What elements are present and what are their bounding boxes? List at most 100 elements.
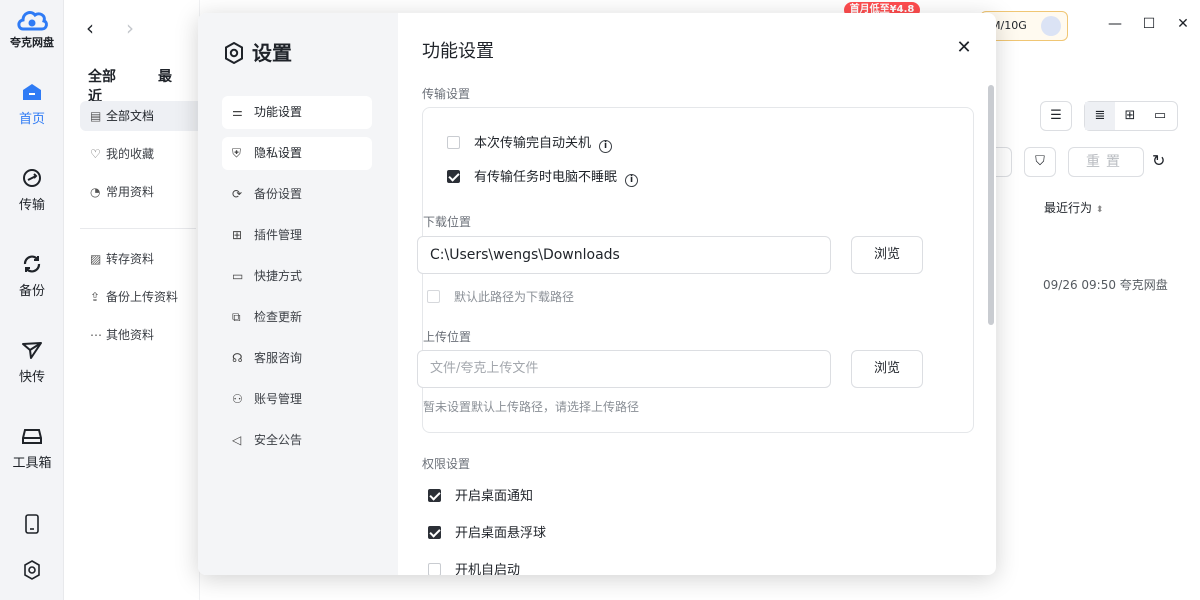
- view-mode-group: ≣ ⊞ ▭: [1084, 101, 1178, 131]
- nav-item-other-label: 其他资料: [106, 328, 155, 342]
- nav-column: ‹ › 全部 最近 ▤ 全部文档 ♡ 我的收藏 ◔ 常用资料 ▨ 转存资料 ⇪ 备份上传资料 …: [64, 0, 204, 600]
- mobile-button[interactable]: [0, 514, 64, 534]
- download-location-label: 下载位置: [423, 213, 471, 230]
- sort-button[interactable]: ☰: [1040, 101, 1072, 131]
- download-browse-button[interactable]: 浏览: [851, 236, 923, 274]
- reset-button[interactable]: 重置: [1068, 147, 1144, 177]
- send-icon: [22, 342, 42, 359]
- close-window-icon[interactable]: ✕: [1166, 16, 1200, 32]
- upload-icon: ⇪: [90, 290, 101, 304]
- minimize-icon[interactable]: —: [1098, 16, 1132, 32]
- auto-shutdown-checkbox[interactable]: [447, 136, 460, 149]
- settings-dialog: 设置 ⚌ 功能设置 ⛨ 隐私设置 ⟳ 备份设置 ⊞ 插件管理 ▭ 快捷方式 ⧉ 检查更新 ☊…: [198, 13, 996, 575]
- app-logo-text: 夸克网盘: [10, 36, 54, 49]
- settings-menu-security[interactable]: ◁ 安全公告: [222, 424, 372, 457]
- desktop-notify-checkbox[interactable]: [428, 489, 441, 502]
- settings-menu-shortcuts[interactable]: ▭ 快捷方式: [222, 260, 372, 293]
- nav-item-all-docs[interactable]: ▤ 全部文档: [80, 101, 204, 131]
- shortcut-icon: ▭: [232, 269, 244, 283]
- rail-item-send[interactable]: 快传: [0, 340, 64, 385]
- maximize-icon[interactable]: ☐: [1132, 16, 1166, 32]
- rail-item-home-label: 首页: [18, 112, 45, 127]
- default-download-checkbox[interactable]: [427, 290, 440, 303]
- float-ball-checkbox[interactable]: [428, 526, 441, 539]
- nav-item-other[interactable]: ⋯ 其他资料: [80, 320, 204, 350]
- settings-menu-update-label: 检查更新: [254, 310, 303, 324]
- preview-view-icon[interactable]: ▭: [1145, 102, 1175, 130]
- settings-menu-account[interactable]: ⚇ 账号管理: [222, 383, 372, 416]
- nav-list-secondary: ▨ 转存资料 ⇪ 备份上传资料 ⋯ 其他资料: [80, 244, 204, 358]
- nav-item-frequent[interactable]: ◔ 常用资料: [80, 177, 204, 207]
- heart-icon: ♡: [90, 147, 101, 161]
- rail-item-toolbox[interactable]: 工具箱: [0, 426, 64, 471]
- settings-menu-account-label: 账号管理: [254, 392, 303, 406]
- auto-start-checkbox[interactable]: [428, 563, 441, 575]
- settings-content: 功能设置 ✕ 传输设置 本次传输完自动关机 i 有传输任务时电脑不睡眠 i 下载位置…: [398, 13, 996, 575]
- row-meta: 09/26 09:50 夸克网盘: [1043, 278, 1168, 292]
- clock-icon: ◔: [90, 185, 101, 199]
- nav-item-favorites[interactable]: ♡ 我的收藏: [80, 139, 204, 169]
- left-rail: 夸克网盘 首页 传输 备份 快传 工具箱: [0, 0, 64, 600]
- filter-button[interactable]: ⛉: [1024, 147, 1056, 177]
- cloud-logo-icon: [17, 11, 48, 31]
- transfer-settings-card: 本次传输完自动关机 i 有传输任务时电脑不睡眠 i 下载位置 C:\Users\we…: [417, 107, 974, 433]
- settings-title: 设置: [224, 37, 292, 66]
- megaphone-icon: ◁: [232, 433, 242, 447]
- settings-menu-privacy-label: 隐私设置: [254, 146, 303, 160]
- default-download-row: 默认此路径为下载路径: [427, 288, 574, 305]
- settings-menu-function[interactable]: ⚌ 功能设置: [222, 96, 372, 129]
- nav-item-saved[interactable]: ▨ 转存资料: [80, 244, 204, 274]
- no-sleep-checkbox[interactable]: [447, 170, 460, 183]
- mobile-icon: [25, 514, 39, 534]
- settings-button[interactable]: [0, 560, 64, 580]
- no-sleep-row: 有传输任务时电脑不睡眠 i: [427, 166, 639, 187]
- headset-icon: ☊: [232, 351, 243, 365]
- list-view-icon[interactable]: ≣: [1085, 102, 1115, 130]
- search-field-edge[interactable]: [996, 147, 1012, 177]
- download-path-input[interactable]: C:\Users\wengs\Downloads: [417, 236, 831, 274]
- upload-browse-button[interactable]: 浏览: [851, 350, 923, 388]
- auto-start-label: 开机自启动: [455, 563, 521, 575]
- nav-item-saved-label: 转存资料: [106, 252, 155, 266]
- app-logo[interactable]: 夸克网盘: [6, 8, 58, 50]
- settings-title-text: 设置: [252, 41, 292, 65]
- upload-hint: 暂未设置默认上传路径，请选择上传路径: [423, 400, 640, 414]
- scrollbar[interactable]: [988, 85, 994, 325]
- settings-menu-plugins[interactable]: ⊞ 插件管理: [222, 219, 372, 252]
- nav-list-primary: ▤ 全部文档 ♡ 我的收藏 ◔ 常用资料: [80, 101, 204, 215]
- sync-icon: ⟳: [232, 187, 243, 201]
- settings-menu-backup[interactable]: ⟳ 备份设置: [222, 178, 372, 211]
- rail-item-transfer[interactable]: 传输: [0, 168, 64, 213]
- toolbox-icon: [22, 429, 42, 444]
- back-arrow-icon[interactable]: ‹: [86, 16, 110, 40]
- column-header-recent[interactable]: 最近行为 ⬍: [1044, 199, 1103, 216]
- grid-view-icon[interactable]: ⊞: [1115, 102, 1145, 130]
- rail-item-backup-label: 备份: [18, 284, 45, 299]
- auto-shutdown-row: 本次传输完自动关机 i: [427, 132, 613, 153]
- rail-item-send-label: 快传: [18, 370, 45, 385]
- refresh-icon[interactable]: ↻: [1152, 151, 1165, 170]
- auto-shutdown-label: 本次传输完自动关机: [474, 136, 592, 151]
- settings-menu-privacy[interactable]: ⛨ 隐私设置: [222, 137, 372, 170]
- sort-arrows-icon: ⬍: [1095, 205, 1104, 215]
- more-icon: ⋯: [90, 328, 102, 342]
- nav-item-backup-upload[interactable]: ⇪ 备份上传资料: [80, 282, 204, 312]
- rail-item-backup[interactable]: 备份: [0, 254, 64, 299]
- settings-menu-support[interactable]: ☊ 客服咨询: [222, 342, 372, 375]
- no-sleep-label: 有传输任务时电脑不睡眠: [474, 170, 618, 185]
- rail-item-transfer-label: 传输: [18, 198, 45, 213]
- nav-item-frequent-label: 常用资料: [106, 185, 155, 199]
- tab-all[interactable]: 全部: [88, 69, 116, 85]
- upload-path-input[interactable]: 文件/夸克上传文件: [417, 350, 831, 388]
- info-icon[interactable]: i: [599, 140, 613, 153]
- rail-item-home[interactable]: 首页: [0, 82, 64, 127]
- auto-start-row: 开机自启动: [428, 559, 520, 575]
- save-icon: ▨: [90, 252, 102, 266]
- settings-menu-shortcuts-label: 快捷方式: [254, 269, 303, 283]
- nav-item-favorites-label: 我的收藏: [106, 147, 155, 161]
- settings-menu-update[interactable]: ⧉ 检查更新: [222, 301, 372, 334]
- forward-arrow-icon[interactable]: ›: [126, 16, 150, 40]
- close-icon[interactable]: ✕: [952, 37, 976, 58]
- info-icon[interactable]: i: [625, 174, 639, 187]
- avatar[interactable]: [1041, 16, 1061, 36]
